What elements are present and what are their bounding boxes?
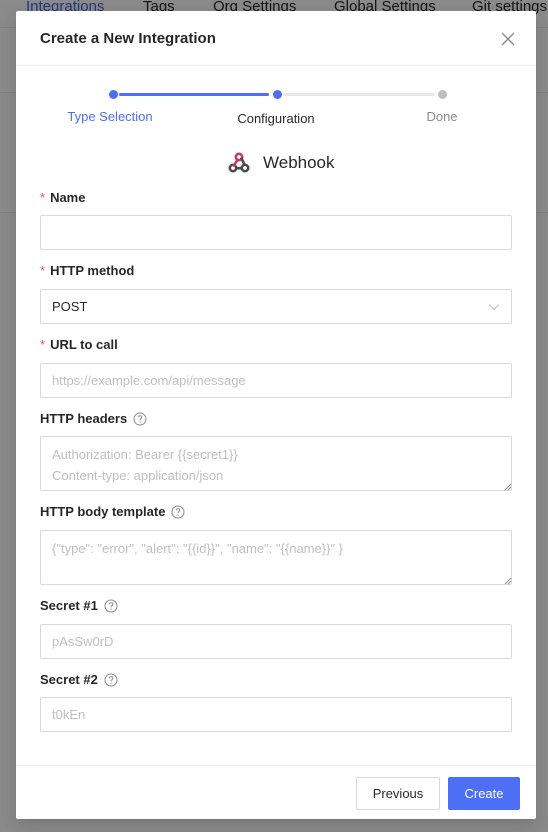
steps: Type Selection Configuration Done — [16, 79, 536, 139]
question-circle-icon[interactable] — [133, 412, 147, 426]
webhook-icon — [228, 152, 250, 173]
integration-heading: Webhook — [16, 151, 536, 177]
http-headers-textarea[interactable] — [40, 436, 512, 491]
required-marker: * — [40, 190, 46, 205]
close-button[interactable] — [496, 27, 520, 51]
required-marker: * — [40, 263, 46, 278]
http-body-template-label-text: HTTP body template — [40, 504, 166, 519]
question-circle-icon[interactable] — [171, 505, 185, 519]
http-method-label-text: HTTP method — [50, 263, 135, 278]
http-method-label: * HTTP method — [40, 263, 134, 278]
http-headers-label: HTTP headers — [40, 411, 147, 426]
url-input[interactable] — [40, 363, 512, 398]
modal-title: Create a New Integration — [40, 30, 216, 47]
step-connector-done — [119, 93, 269, 96]
question-circle-icon[interactable] — [104, 673, 118, 687]
secret2-label-text: Secret #2 — [40, 672, 98, 687]
modal-footer: Previous Create — [16, 765, 536, 819]
url-label: * URL to call — [40, 337, 118, 352]
http-method-select[interactable]: POST — [40, 289, 512, 324]
secret2-label: Secret #2 — [40, 672, 118, 687]
integration-name: Webhook — [263, 153, 335, 172]
secret1-input[interactable] — [40, 624, 512, 659]
name-label: * Name — [40, 190, 85, 205]
step-connector-pending — [283, 93, 435, 96]
url-label-text: URL to call — [50, 337, 118, 352]
resize-handle-icon[interactable] — [504, 483, 512, 491]
create-integration-modal: Create a New Integration Type Selection … — [16, 11, 536, 819]
chevron-down-icon — [488, 301, 500, 313]
step-dot-configuration — [273, 90, 282, 99]
modal-header: Create a New Integration — [16, 11, 536, 66]
close-icon — [501, 32, 515, 46]
http-body-template-textarea[interactable] — [40, 530, 512, 585]
step-dot-done — [438, 90, 447, 99]
resize-handle-icon[interactable] — [504, 577, 512, 585]
required-marker: * — [40, 337, 46, 352]
secret1-label: Secret #1 — [40, 598, 118, 613]
http-method-value: POST — [52, 299, 88, 314]
step-label-configuration: Configuration — [237, 111, 315, 126]
name-input[interactable] — [40, 215, 512, 250]
step-label-type-selection[interactable]: Type Selection — [40, 109, 180, 124]
secret1-label-text: Secret #1 — [40, 598, 98, 613]
http-headers-label-text: HTTP headers — [40, 411, 128, 426]
step-label-done: Done — [426, 109, 458, 124]
question-circle-icon[interactable] — [104, 599, 118, 613]
http-body-template-label: HTTP body template — [40, 504, 185, 519]
previous-button[interactable]: Previous — [356, 777, 440, 810]
step-dot-type-selection — [109, 90, 118, 99]
create-button[interactable]: Create — [448, 777, 520, 810]
secret2-input[interactable] — [40, 697, 512, 732]
name-label-text: Name — [50, 190, 86, 205]
